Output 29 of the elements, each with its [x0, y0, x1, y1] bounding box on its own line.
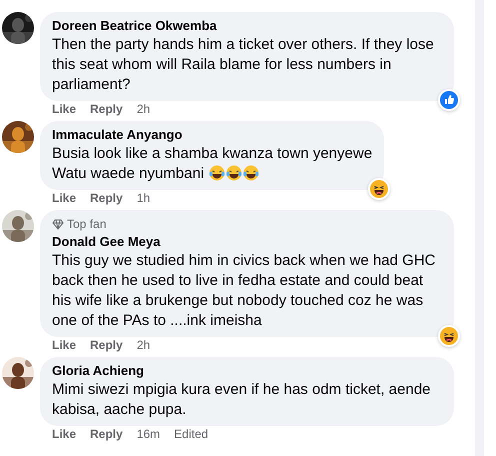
reply-button[interactable]: Reply — [90, 338, 123, 352]
like-button[interactable]: Like — [52, 191, 76, 205]
comment-text: Mimi siwezi mpigia kura even if he has odm ticket, aende kabisa, aache pupa. — [52, 380, 432, 420]
diamond-icon — [52, 218, 64, 230]
laughing-emoji-icon — [243, 165, 260, 181]
like-button[interactable]: Like — [52, 338, 76, 352]
comment-text: This guy we studied him in civics back when we had GHC back then he used to live in fedha estate and could beat his wife like a brukenge but nobody touched coz he was one of the PAs to ....ink imeisha — [52, 251, 436, 331]
laughing-face-icon — [438, 325, 460, 347]
comment-text: Then the party hands him a ticket over others. If they lose this seat whom will Raila blame for less numbers in parliament? — [52, 35, 435, 95]
like-button[interactable]: Like — [52, 427, 76, 441]
edited-label: Edited — [174, 427, 208, 441]
author-name[interactable]: Donald Gee Meya — [52, 234, 442, 250]
timestamp[interactable]: 1h — [136, 191, 150, 205]
top-fan-label: Top fan — [67, 216, 106, 232]
reply-button[interactable]: Reply — [90, 102, 123, 116]
timestamp[interactable]: 2h — [136, 338, 150, 352]
author-name[interactable]: Doreen Beatrice Okwemba — [52, 18, 442, 34]
thumbs-up-icon — [438, 89, 460, 111]
timestamp[interactable]: 2h — [136, 102, 150, 116]
reply-button[interactable]: Reply — [90, 427, 123, 441]
laughing-face-icon — [368, 178, 390, 200]
laughing-emoji-icon — [226, 165, 242, 181]
author-name[interactable]: Gloria Achieng — [52, 363, 442, 379]
timestamp[interactable]: 16m — [136, 427, 160, 441]
comment-text: Busia look like a shamba kwanza town yenyewe Watu waede nyumbani — [52, 144, 372, 184]
like-button[interactable]: Like — [52, 102, 76, 116]
laughing-emoji-icon — [209, 165, 226, 181]
reply-button[interactable]: Reply — [90, 191, 123, 205]
author-name[interactable]: Immaculate Anyango — [52, 127, 372, 143]
